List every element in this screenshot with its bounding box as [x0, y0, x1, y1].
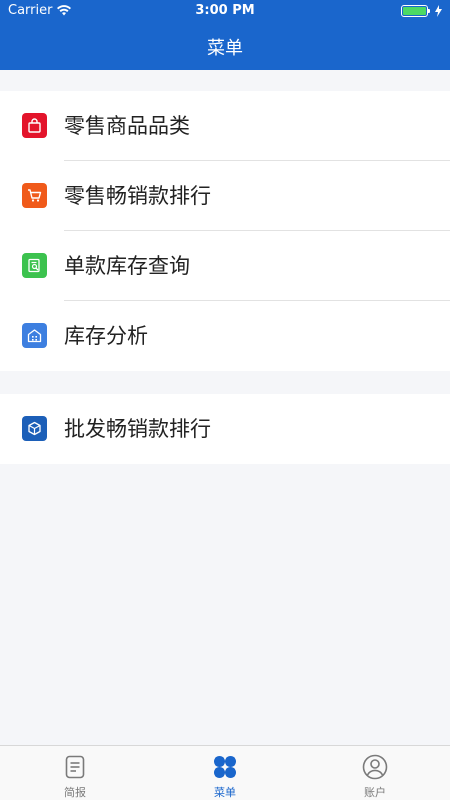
menu-item-wholesale-bestseller[interactable]: 批发畅销款排行: [0, 394, 450, 464]
tab-label: 菜单: [214, 786, 236, 799]
package-icon: [22, 416, 47, 441]
menu-item-label: 零售畅销款排行: [64, 184, 211, 208]
status-right: [401, 5, 442, 17]
grid-icon: [214, 756, 236, 778]
tab-briefing[interactable]: 简报: [0, 746, 150, 800]
user-icon: [362, 754, 388, 780]
tab-bar: 简报 菜单 账户: [0, 745, 450, 800]
cart-icon: [22, 183, 47, 208]
status-bar: Carrier 3:00 PM: [0, 0, 450, 22]
battery-icon: [401, 5, 430, 17]
menu-item-stock-query[interactable]: 单款库存查询: [0, 231, 450, 301]
menu-item-label: 批发畅销款排行: [64, 417, 211, 441]
tab-label: 账户: [364, 786, 386, 799]
document-icon: [65, 755, 85, 779]
battery-fill: [403, 7, 426, 15]
shopping-bag-icon: [22, 113, 47, 138]
tab-account[interactable]: 账户: [300, 746, 450, 800]
page-title: 菜单: [207, 38, 243, 59]
search-document-icon: [22, 253, 47, 278]
warehouse-icon: [22, 323, 47, 348]
menu-item-label: 零售商品品类: [64, 114, 190, 138]
tab-label: 简报: [64, 786, 86, 799]
status-time: 3:00 PM: [195, 3, 255, 18]
navigation-header: Carrier 3:00 PM 菜单: [0, 0, 450, 70]
menu-item-label: 库存分析: [64, 324, 148, 348]
menu-item-stock-analysis[interactable]: 库存分析: [0, 301, 450, 371]
tab-menu[interactable]: 菜单: [150, 746, 300, 800]
charging-bolt-icon: [435, 5, 442, 17]
menu-item-label: 单款库存查询: [64, 254, 190, 278]
menu-group-1: 零售商品品类 零售畅销款排行 单款库存查询 库存分析: [0, 91, 450, 371]
menu-item-retail-category[interactable]: 零售商品品类: [0, 91, 450, 161]
menu-item-retail-bestseller[interactable]: 零售畅销款排行: [0, 161, 450, 231]
menu-group-2: 批发畅销款排行: [0, 394, 450, 464]
